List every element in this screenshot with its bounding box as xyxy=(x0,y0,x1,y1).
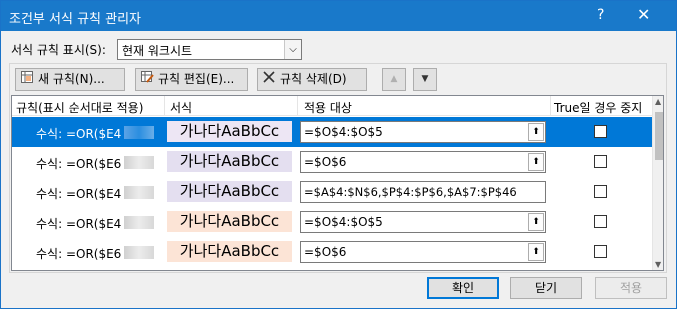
format-preview: 가나다AaBbCc xyxy=(167,241,292,262)
redacted-text xyxy=(124,216,154,229)
format-preview: 가나다AaBbCc xyxy=(167,121,292,142)
apply-button[interactable]: 적용 xyxy=(595,277,667,299)
chevron-down-icon[interactable]: ⌵ xyxy=(284,40,301,59)
format-preview: 가나다AaBbCc xyxy=(167,151,292,172)
title-bar: 조건부 서식 규칙 관리자 ? ✕ xyxy=(1,1,676,31)
edit-rule-icon xyxy=(140,69,154,90)
redacted-text xyxy=(124,156,154,169)
format-preview: 가나다AaBbCc xyxy=(167,211,292,232)
dialog-title: 조건부 서식 규칙 관리자 xyxy=(9,12,141,27)
stop-if-true-checkbox[interactable] xyxy=(594,215,607,228)
applies-to-value: =$O$4:$O$5 xyxy=(304,215,383,229)
edit-rule-button[interactable]: 규칙 편집(E)... xyxy=(135,68,248,91)
move-down-button[interactable]: ▼ xyxy=(413,68,437,91)
rules-list-header: 규칙(표시 순서대로 적용) 서식 적용 대상 True일 경우 중지 xyxy=(12,96,652,116)
column-header-stop-if-true[interactable]: True일 경우 중지 xyxy=(554,99,642,116)
rule-row[interactable]: 수식: =OR($E4 가나다AaBbCc =$O$4:$O$5 ⬆ xyxy=(12,117,652,147)
applies-to-value: =$O$4:$O$5 xyxy=(304,125,383,139)
collapse-range-button[interactable]: ⬆ xyxy=(528,123,544,141)
rule-row[interactable]: 수식: =OR($E6 가나다AaBbCc =$O$6 ⬆ xyxy=(12,147,652,177)
new-rule-button[interactable]: 새 규칙(N)... xyxy=(15,68,125,91)
applies-to-value: =$O$6 xyxy=(304,245,347,259)
applies-to-value: =$A$4:$N$6,$P$4:$P$6,$A$7:$P$46 xyxy=(304,185,517,199)
rule-description: 수식: =OR($E4 xyxy=(36,217,122,231)
format-preview: 가나다AaBbCc xyxy=(167,181,292,202)
applies-to-field[interactable]: =$O$4:$O$5 ⬆ xyxy=(300,211,546,233)
close-icon[interactable]: ✕ xyxy=(637,5,650,24)
show-rules-label: 서식 규칙 표시(S): xyxy=(11,43,106,57)
applies-to-value: =$O$6 xyxy=(304,155,347,169)
delete-rule-button[interactable]: 규칙 삭제(D) xyxy=(257,68,367,91)
rule-description: 수식: =OR($E6 xyxy=(36,157,122,171)
applies-to-field[interactable]: =$O$6 ⬆ xyxy=(300,241,546,263)
vertical-scrollbar[interactable]: ▲ ▼ xyxy=(652,96,663,270)
help-button[interactable]: ? xyxy=(597,7,604,23)
new-rule-label: 새 규칙(N)... xyxy=(38,72,105,86)
stop-if-true-checkbox[interactable] xyxy=(594,125,607,138)
column-header-rule[interactable]: 규칙(표시 순서대로 적용) xyxy=(16,99,143,116)
close-button[interactable]: 닫기 xyxy=(510,277,582,299)
arrow-up-icon: ▲ xyxy=(390,74,398,84)
arrow-down-icon: ▼ xyxy=(421,74,429,84)
ok-button[interactable]: 확인 xyxy=(427,277,499,299)
column-header-applies-to[interactable]: 적용 대상 xyxy=(304,99,352,116)
column-header-format[interactable]: 서식 xyxy=(170,99,192,116)
stop-if-true-checkbox[interactable] xyxy=(594,155,607,168)
rule-description: 수식: =OR($E6 xyxy=(36,247,122,261)
delete-icon xyxy=(262,69,276,90)
redacted-text xyxy=(124,126,154,139)
rule-description: 수식: =OR($E4 xyxy=(36,127,122,141)
collapse-range-button[interactable]: ⬆ xyxy=(528,153,544,171)
applies-to-field[interactable]: =$O$6 ⬆ xyxy=(300,151,546,173)
stop-if-true-checkbox[interactable] xyxy=(594,185,607,198)
scroll-down-icon[interactable]: ▼ xyxy=(655,260,661,269)
show-rules-dropdown[interactable]: 현재 워크시트 ⌵ xyxy=(117,39,302,60)
redacted-text xyxy=(124,246,154,259)
move-up-button[interactable]: ▲ xyxy=(382,68,406,91)
rule-row[interactable]: 수식: =OR($E4 가나다AaBbCc =$O$4:$O$5 ⬆ xyxy=(12,207,652,237)
rule-row[interactable]: 수식: =OR($E4 가나다AaBbCc =$A$4:$N$6,$P$4:$P… xyxy=(12,177,652,207)
scroll-up-icon[interactable]: ▲ xyxy=(655,97,661,106)
edit-rule-label: 규칙 편집(E)... xyxy=(158,72,235,86)
collapse-range-button[interactable]: ⬆ xyxy=(528,213,544,231)
collapse-range-button[interactable]: ⬆ xyxy=(528,243,544,261)
conditional-format-rules-manager-dialog: 조건부 서식 규칙 관리자 ? ✕ 서식 규칙 표시(S): 현재 워크시트 ⌵… xyxy=(0,0,677,309)
redacted-text xyxy=(124,186,154,199)
rule-description: 수식: =OR($E4 xyxy=(36,187,122,201)
applies-to-field[interactable]: =$A$4:$N$6,$P$4:$P$6,$A$7:$P$46 xyxy=(300,181,546,203)
rules-list: 규칙(표시 순서대로 적용) 서식 적용 대상 True일 경우 중지 수식: … xyxy=(11,95,664,271)
delete-rule-label: 규칙 삭제(D) xyxy=(280,72,347,86)
stop-if-true-checkbox[interactable] xyxy=(594,245,607,258)
applies-to-field[interactable]: =$O$4:$O$5 ⬆ xyxy=(300,121,546,143)
new-rule-icon xyxy=(20,69,34,90)
rule-row[interactable]: 수식: =OR($E6 가나다AaBbCc =$O$6 ⬆ xyxy=(12,237,652,267)
show-rules-value: 현재 워크시트 xyxy=(122,44,193,58)
scrollbar-thumb[interactable] xyxy=(655,112,663,160)
